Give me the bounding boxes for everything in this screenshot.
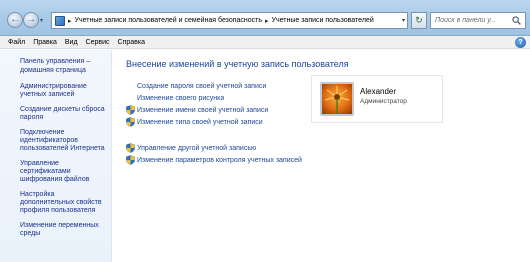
control-panel-icon	[55, 15, 65, 26]
help-icon[interactable]: ?	[515, 37, 526, 48]
breadcrumb-user-accounts[interactable]: Учетные записи пользователей	[272, 17, 374, 24]
back-button[interactable]: ←	[7, 12, 23, 28]
change-account-type-link[interactable]: Изменение типа своей учетной записи	[126, 116, 302, 128]
page-title: Внесение изменений в учетную запись поль…	[126, 59, 349, 69]
uac-shield-icon	[126, 155, 135, 165]
arrow-left-icon: ←	[10, 14, 20, 25]
task-label: Изменение своего рисунка	[137, 94, 225, 102]
uac-shield-icon	[126, 105, 135, 115]
control-panel-home-link[interactable]: Панель управления – домашняя страница	[20, 57, 108, 75]
create-password-link[interactable]: Создание пароля своей учетной записи	[126, 80, 302, 92]
user-name: Alexander	[360, 87, 397, 96]
manage-accounts-link[interactable]: Администрирование учетных записей	[20, 83, 110, 99]
task-list: Создание пароля своей учетной записи Изм…	[126, 80, 302, 166]
refresh-button[interactable]: ↻	[411, 12, 427, 29]
address-dropdown-icon[interactable]: ▾	[402, 17, 405, 24]
user-account-tile: Alexander Администратор	[311, 75, 443, 123]
recent-pages-dropdown-icon[interactable]: ▾	[40, 17, 43, 24]
menu-view[interactable]: Вид	[65, 39, 78, 46]
advanced-profile-properties-link[interactable]: Настройка дополнительных свойств профиля…	[20, 191, 110, 215]
task-label: Изменение параметров контроля учетных за…	[137, 156, 302, 164]
refresh-icon: ↻	[415, 15, 423, 25]
task-label: Управление другой учетной записью	[137, 144, 257, 152]
uac-shield-icon	[126, 143, 135, 153]
file-encryption-certificates-link[interactable]: Управление сертификатами шифрования файл…	[20, 160, 110, 184]
task-label: Изменение имени своей учетной записи	[137, 106, 269, 114]
manage-another-account-link[interactable]: Управление другой учетной записью	[126, 142, 302, 154]
search-icon[interactable]	[512, 16, 521, 25]
menu-bar: Файл Правка Вид Сервис Справка ?	[0, 36, 530, 49]
breadcrumb-user-accounts-family[interactable]: Учетные записи пользователей и семейная …	[75, 17, 263, 24]
breadcrumb-separator-icon[interactable]: ▸	[265, 17, 269, 25]
search-input[interactable]	[435, 17, 507, 24]
menu-help[interactable]: Справка	[118, 39, 145, 46]
menu-edit[interactable]: Правка	[33, 39, 57, 46]
password-reset-disk-link[interactable]: Создание дискеты сброса пароля	[20, 106, 110, 122]
change-account-name-link[interactable]: Изменение имени своей учетной записи	[126, 104, 302, 116]
left-task-pane: Панель управления – домашняя страница Ад…	[0, 50, 112, 262]
change-picture-link[interactable]: Изменение своего рисунка	[126, 92, 302, 104]
uac-settings-link[interactable]: Изменение параметров контроля учетных за…	[126, 154, 302, 166]
user-role: Администратор	[360, 98, 407, 105]
task-label: Создание пароля своей учетной записи	[137, 82, 267, 90]
breadcrumb-separator-icon[interactable]: ▸	[68, 17, 72, 25]
arrow-right-icon: →	[26, 14, 36, 25]
flower-avatar-icon	[322, 84, 352, 114]
search-box[interactable]	[430, 12, 526, 29]
forward-button[interactable]: →	[23, 12, 39, 28]
menu-file[interactable]: Файл	[8, 39, 25, 46]
menu-tools[interactable]: Сервис	[86, 39, 110, 46]
address-bar[interactable]: ▸ Учетные записи пользователей и семейна…	[51, 12, 408, 29]
uac-shield-icon	[126, 117, 135, 127]
task-label: Изменение типа своей учетной записи	[137, 118, 263, 126]
online-ids-link[interactable]: Подключение идентификаторов пользователе…	[20, 129, 110, 153]
avatar[interactable]	[320, 82, 354, 116]
main-content: Внесение изменений в учетную запись поль…	[113, 50, 530, 262]
title-bar: ← → ▾ ▸ Учетные записи пользователей и с…	[0, 0, 530, 36]
environment-variables-link[interactable]: Изменение переменных среды	[20, 222, 110, 238]
